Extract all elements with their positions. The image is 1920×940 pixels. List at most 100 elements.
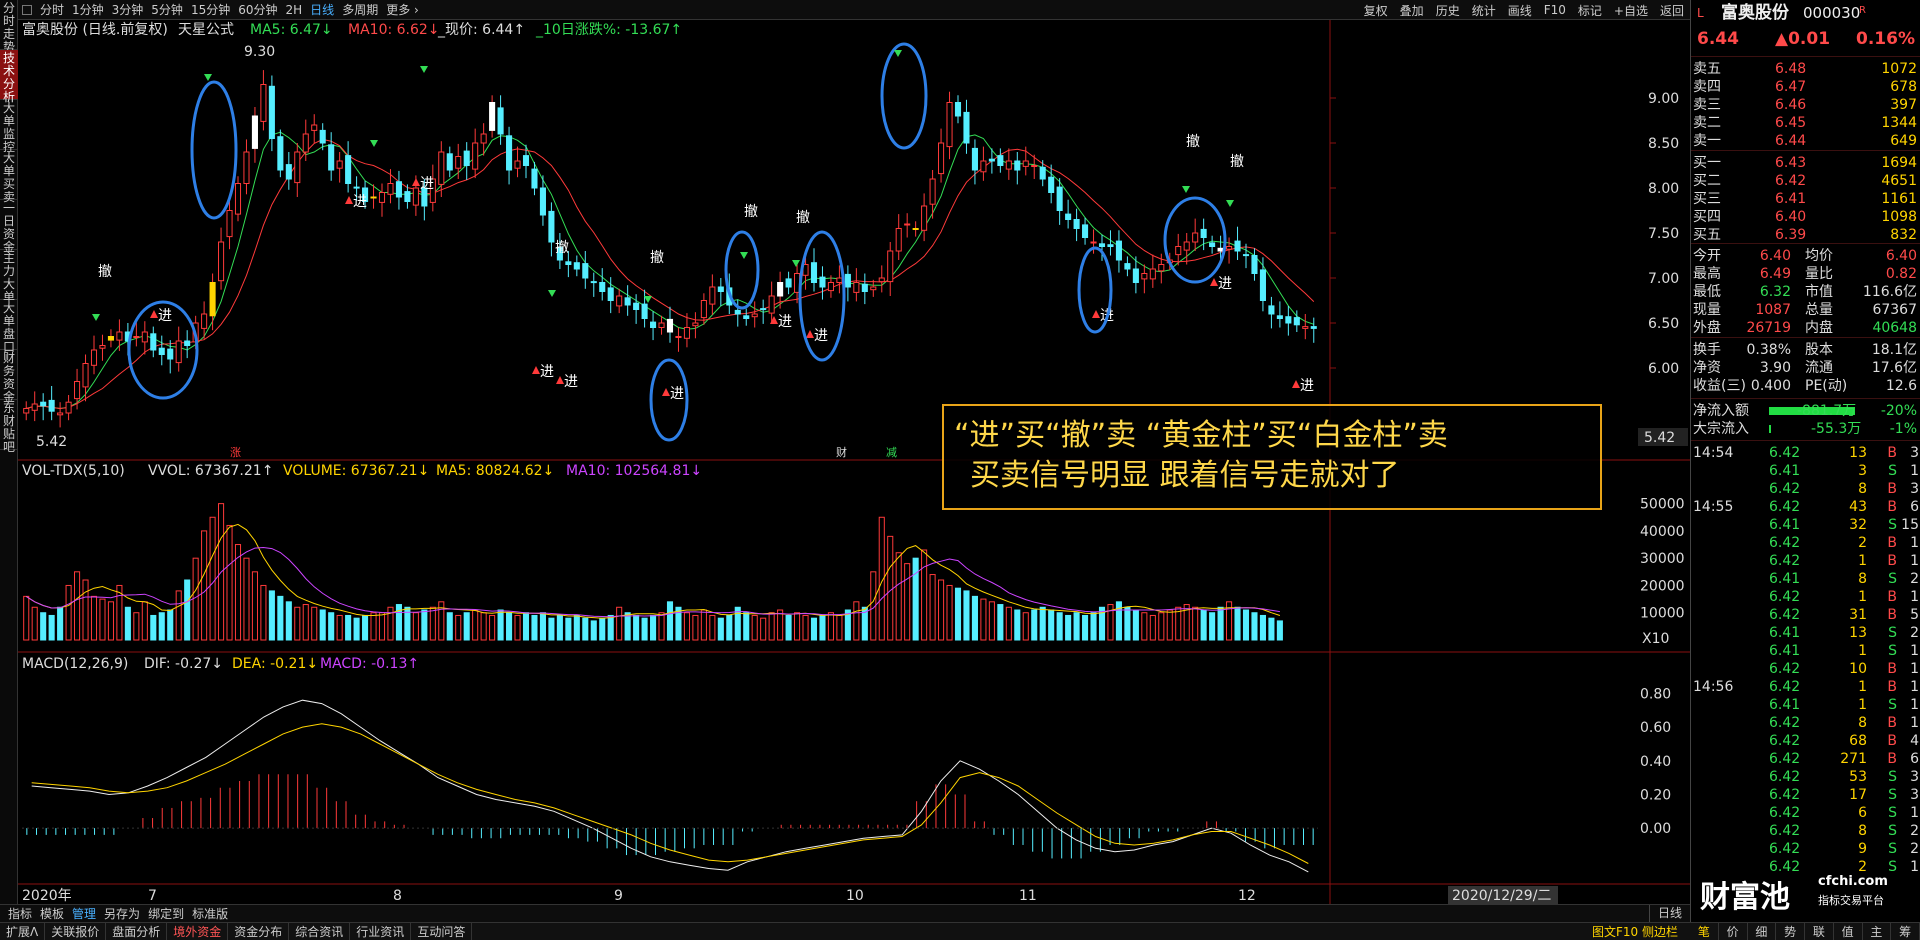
volume-bar <box>1234 606 1241 641</box>
tick-row: 14:55 6.42 43 B 6 <box>1691 498 1920 516</box>
tool-mark[interactable]: 标记 <box>1572 2 1608 19</box>
btab-standard[interactable]: 标准版 <box>188 905 232 922</box>
period-tab-timeshare[interactable]: 分时 <box>36 1 68 18</box>
candle-body <box>268 85 275 140</box>
volume-bar <box>1048 609 1055 641</box>
status-qa[interactable]: 互动问答 <box>411 923 473 940</box>
candle-body <box>1310 326 1317 329</box>
btab-bind[interactable]: 绑定到 <box>144 905 188 922</box>
tick-direction: S <box>1888 643 1897 659</box>
tool-f10[interactable]: F10 <box>1538 3 1572 17</box>
left-tab-technical[interactable]: 技术分析 <box>0 50 18 104</box>
status-f10-sidebar[interactable]: 图文F10 侧边栏 <box>1586 923 1684 940</box>
left-tab-day-funds[interactable]: 一日资金 <box>0 200 18 254</box>
status-market-analysis[interactable]: 盘面分析 <box>106 923 168 940</box>
macd-legend-dif: DIF: -0.27↓ <box>144 656 223 672</box>
quote-tab-trend[interactable]: 势 <box>1776 923 1805 940</box>
tick-direction: S <box>1888 823 1897 839</box>
volume-bar <box>1158 612 1165 641</box>
tool-add-watchlist[interactable]: +自选 <box>1608 2 1654 19</box>
bid-volume: 1098 <box>1881 209 1917 225</box>
sell-signal: 撤 <box>1186 134 1200 150</box>
quote-tab-main[interactable]: 主 <box>1863 923 1892 940</box>
volume-bar <box>40 612 47 641</box>
volume-bar <box>683 612 690 641</box>
left-tab-forum[interactable]: 东财贴吧 <box>0 400 18 454</box>
formula-name[interactable]: 天星公式 <box>178 22 234 38</box>
volume-bar <box>514 614 521 641</box>
left-tab-bigorder-monitor[interactable]: 大单监控 <box>0 100 18 154</box>
volume-bar <box>1209 612 1216 641</box>
left-tab-bigorder-book[interactable]: 大单盘口 <box>0 300 18 354</box>
btab-indicator[interactable]: 指标 <box>4 905 36 922</box>
btab-save-as[interactable]: 另存为 <box>100 905 144 922</box>
down-arrow-icon <box>894 50 902 57</box>
tool-overlay[interactable]: 叠加 <box>1394 2 1430 19</box>
candle-body <box>751 313 758 318</box>
left-tab-finance-funds[interactable]: 财务资金 <box>0 350 18 404</box>
period-tab-3min[interactable]: 3分钟 <box>108 1 148 18</box>
bid-price: 6.39 <box>1775 227 1807 243</box>
period-indicator[interactable]: 日线 <box>1648 905 1690 922</box>
quote-tab-chips[interactable]: 筹 <box>1891 923 1920 940</box>
candle-body <box>1293 317 1300 326</box>
period-tab-2h[interactable]: 2H <box>282 3 307 17</box>
buy-arrow-icon <box>1292 380 1300 388</box>
toolbar-checkbox[interactable] <box>22 4 32 15</box>
tool-stats[interactable]: 统计 <box>1466 2 1502 19</box>
tool-adjust[interactable]: 复权 <box>1358 2 1394 19</box>
status-fund-dist[interactable]: 资金分布 <box>228 923 290 940</box>
volume-bar <box>150 614 157 641</box>
candle-body <box>810 262 818 283</box>
ask-label: 卖三 <box>1693 97 1721 113</box>
quote-tab-price[interactable]: 价 <box>1719 923 1748 940</box>
tick-count: 6 <box>1910 751 1919 767</box>
volume-bar <box>768 612 775 641</box>
quote-tab-detail[interactable]: 细 <box>1748 923 1777 940</box>
period-tab-15min[interactable]: 15分钟 <box>187 1 234 18</box>
status-foreign-funds[interactable]: 境外资金 <box>167 923 229 940</box>
left-tab-main-bigorder[interactable]: 主力大单 <box>0 250 18 304</box>
buy-arrow-icon <box>412 178 420 186</box>
stock-name: 富奥股份 <box>1721 3 1789 23</box>
candle-body <box>1082 224 1089 238</box>
tool-draw[interactable]: 画线 <box>1502 2 1538 19</box>
btab-manage[interactable]: 管理 <box>68 905 100 922</box>
period-tab-5min[interactable]: 5分钟 <box>147 1 187 18</box>
quote-tab-link[interactable]: 联 <box>1805 923 1834 940</box>
tool-back[interactable]: 返回 <box>1654 2 1690 19</box>
divider <box>1691 150 1920 151</box>
candle-body <box>971 147 978 171</box>
volume-bar <box>336 614 343 641</box>
period-tab-multi[interactable]: 多周期 <box>338 1 382 18</box>
volume-bar <box>590 620 597 641</box>
down-arrow-icon <box>204 74 212 81</box>
stat-value: 1087 <box>1755 302 1791 318</box>
quote-tab-value[interactable]: 值 <box>1834 923 1863 940</box>
tick-row: 6.42 17 S 3 <box>1691 786 1920 804</box>
status-industry-news[interactable]: 行业资讯 <box>350 923 412 940</box>
candle-body <box>455 156 462 169</box>
price-tick-label: 9.00 <box>1648 91 1679 107</box>
period-tab-1min[interactable]: 1分钟 <box>68 1 108 18</box>
status-news[interactable]: 综合资讯 <box>289 923 351 940</box>
period-tab-60min[interactable]: 60分钟 <box>234 1 281 18</box>
volume-bar <box>1192 606 1199 641</box>
stat-label: 内盘 <box>1805 320 1833 336</box>
status-expand[interactable]: 扩展ᐱ <box>0 923 46 940</box>
volume-bar <box>201 530 208 641</box>
bid-row: 买五 6.39 832 <box>1691 226 1920 244</box>
tool-history[interactable]: 历史 <box>1430 2 1466 19</box>
candle-body <box>692 322 699 327</box>
btab-template[interactable]: 模板 <box>36 905 68 922</box>
period-tab-more[interactable]: 更多 › <box>382 1 423 18</box>
left-tab-bigorder-trade[interactable]: 大单买卖 <box>0 150 18 204</box>
stat-label: 均价 <box>1805 248 1833 264</box>
left-tab-timeshare[interactable]: 分时走势 <box>0 0 18 54</box>
tick-volume: 10 <box>1849 661 1867 677</box>
period-tab-daily[interactable]: 日线 <box>306 1 338 18</box>
volume-tick-label: 40000 <box>1640 524 1685 540</box>
candle-body <box>133 336 140 338</box>
status-related-quote[interactable]: 关联报价 <box>45 923 107 940</box>
quote-tab-ticks[interactable]: 笔 <box>1690 923 1719 940</box>
